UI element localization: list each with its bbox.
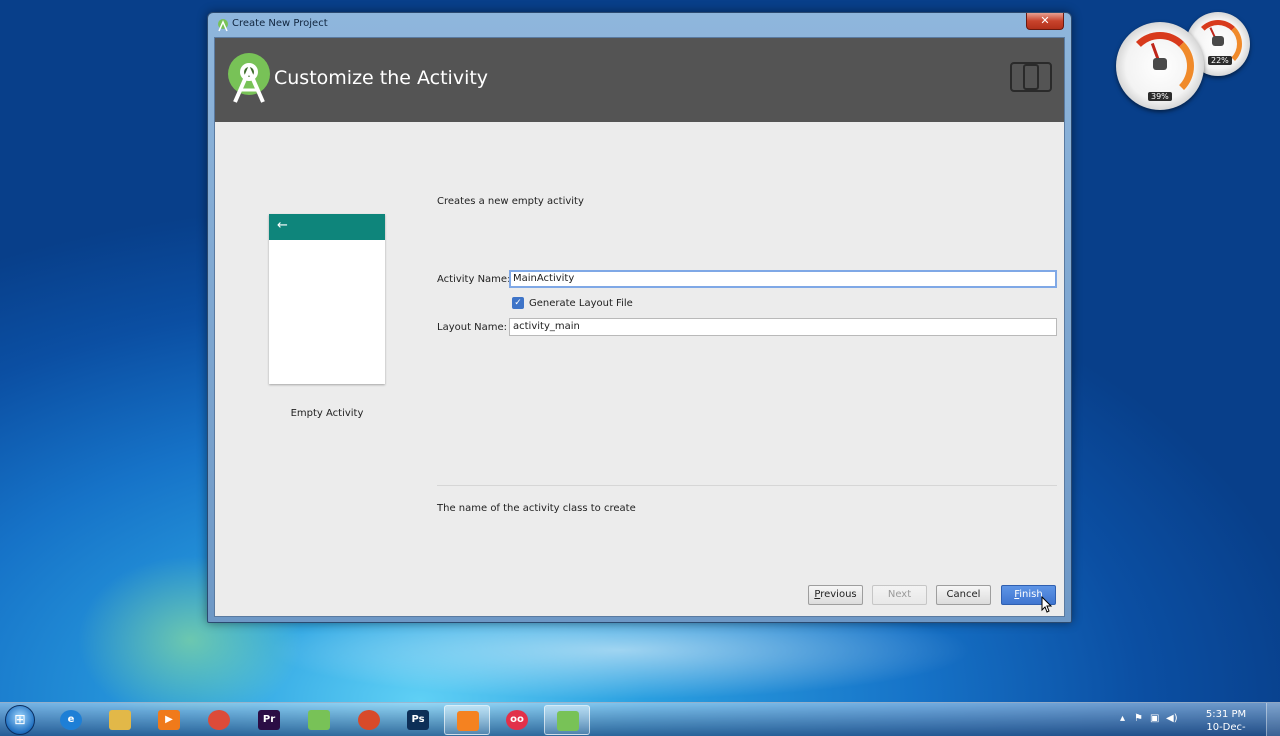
previous-label: revious xyxy=(820,589,857,600)
android-studio-logo-icon xyxy=(228,53,270,103)
file-explorer-icon xyxy=(109,710,131,730)
window-titlebar[interactable]: Create New Project ✕ xyxy=(208,13,1071,37)
volume-icon[interactable]: ◀) xyxy=(1166,713,1178,724)
screen-recorder-icon: oo xyxy=(506,710,528,730)
taskbar-item-ccleaner[interactable] xyxy=(346,705,392,735)
clock-time: 5:31 PM xyxy=(1205,709,1247,720)
taskbar-item-vlc[interactable] xyxy=(444,705,490,735)
taskbar-item-chrome[interactable] xyxy=(196,705,242,735)
android-studio-icon xyxy=(218,19,228,32)
next-button[interactable]: Next xyxy=(872,585,927,605)
field-hint: The name of the activity class to create xyxy=(437,503,636,514)
clock-date: 10-Dec-16 xyxy=(1206,722,1246,736)
preview-label: Empty Activity xyxy=(290,408,364,419)
wizard-header: Customize the Activity xyxy=(215,38,1064,122)
section-divider xyxy=(437,485,1057,486)
chrome-icon xyxy=(208,710,230,730)
media-player-icon: ▶ xyxy=(158,710,180,730)
taskbar-item-premiere[interactable]: Pr xyxy=(246,705,292,735)
window-title: Create New Project xyxy=(232,18,328,29)
cpu-percent: 39% xyxy=(1148,92,1172,101)
mouse-cursor-icon xyxy=(1041,596,1053,613)
start-button[interactable]: ⊞ xyxy=(5,705,35,735)
activity-name-input[interactable]: MainActivity xyxy=(509,270,1057,288)
windows-logo-icon: ⊞ xyxy=(14,712,26,728)
create-new-project-window: Create New Project ✕ Customize the Activ… xyxy=(207,12,1072,623)
premiere-icon: Pr xyxy=(258,710,280,730)
preview-toolbar: ← xyxy=(269,214,385,240)
wizard-content: Customize the Activity ← Empty Activity … xyxy=(214,37,1065,617)
activity-preview: ← xyxy=(269,214,385,384)
generate-layout-checkbox[interactable]: ✓ xyxy=(512,297,524,309)
layout-name-label: Layout Name: xyxy=(437,322,508,333)
window-close-button[interactable]: ✕ xyxy=(1026,13,1064,30)
android-studio-running-icon xyxy=(557,711,579,731)
action-center-flag-icon[interactable]: ⚑ xyxy=(1134,713,1143,724)
memory-percent: 22% xyxy=(1208,56,1232,65)
cancel-button[interactable]: Cancel xyxy=(936,585,991,605)
taskbar-item-file-explorer[interactable] xyxy=(97,705,143,735)
activity-name-label: Activity Name: xyxy=(437,274,511,285)
device-form-factor-icon xyxy=(1010,62,1052,92)
internet-explorer-icon: e xyxy=(60,710,82,730)
taskbar-item-screen-recorder[interactable]: oo xyxy=(494,705,540,735)
ccleaner-icon xyxy=(358,710,380,730)
previous-button[interactable]: Previous xyxy=(808,585,863,605)
cpu-meter-gadget[interactable]: 22% 39% xyxy=(1110,12,1255,122)
taskbar-item-android-studio-running[interactable] xyxy=(544,705,590,735)
taskbar-item-photoshop[interactable]: Ps xyxy=(395,705,441,735)
photoshop-icon: Ps xyxy=(407,710,429,730)
taskbar-item-media-player[interactable]: ▶ xyxy=(146,705,192,735)
layout-name-input[interactable]: activity_main xyxy=(509,318,1057,336)
vlc-icon xyxy=(457,711,479,731)
taskbar: ⊞ e ▶ Pr Ps oo ▴ ⚑ ▣ ◀) 5:31 PM 10-Dec-16 xyxy=(0,702,1280,736)
taskbar-item-android-studio[interactable] xyxy=(296,705,342,735)
back-arrow-icon: ← xyxy=(277,218,288,233)
clock[interactable]: 5:31 PM 10-Dec-16 xyxy=(1200,708,1252,736)
finish-label: inish xyxy=(1019,589,1043,600)
cpu-gauge: 39% xyxy=(1116,22,1204,110)
show-desktop-button[interactable] xyxy=(1266,703,1280,736)
generate-layout-label[interactable]: Generate Layout File xyxy=(529,298,633,309)
system-tray: ▴ ⚑ ▣ ◀) 5:31 PM 10-Dec-16 xyxy=(1120,703,1280,736)
tray-expand-icon[interactable]: ▴ xyxy=(1120,713,1125,724)
wizard-title: Customize the Activity xyxy=(274,67,489,89)
android-studio-icon xyxy=(308,710,330,730)
network-icon[interactable]: ▣ xyxy=(1150,713,1159,724)
activity-description: Creates a new empty activity xyxy=(437,196,584,207)
taskbar-item-internet-explorer[interactable]: e xyxy=(48,705,94,735)
